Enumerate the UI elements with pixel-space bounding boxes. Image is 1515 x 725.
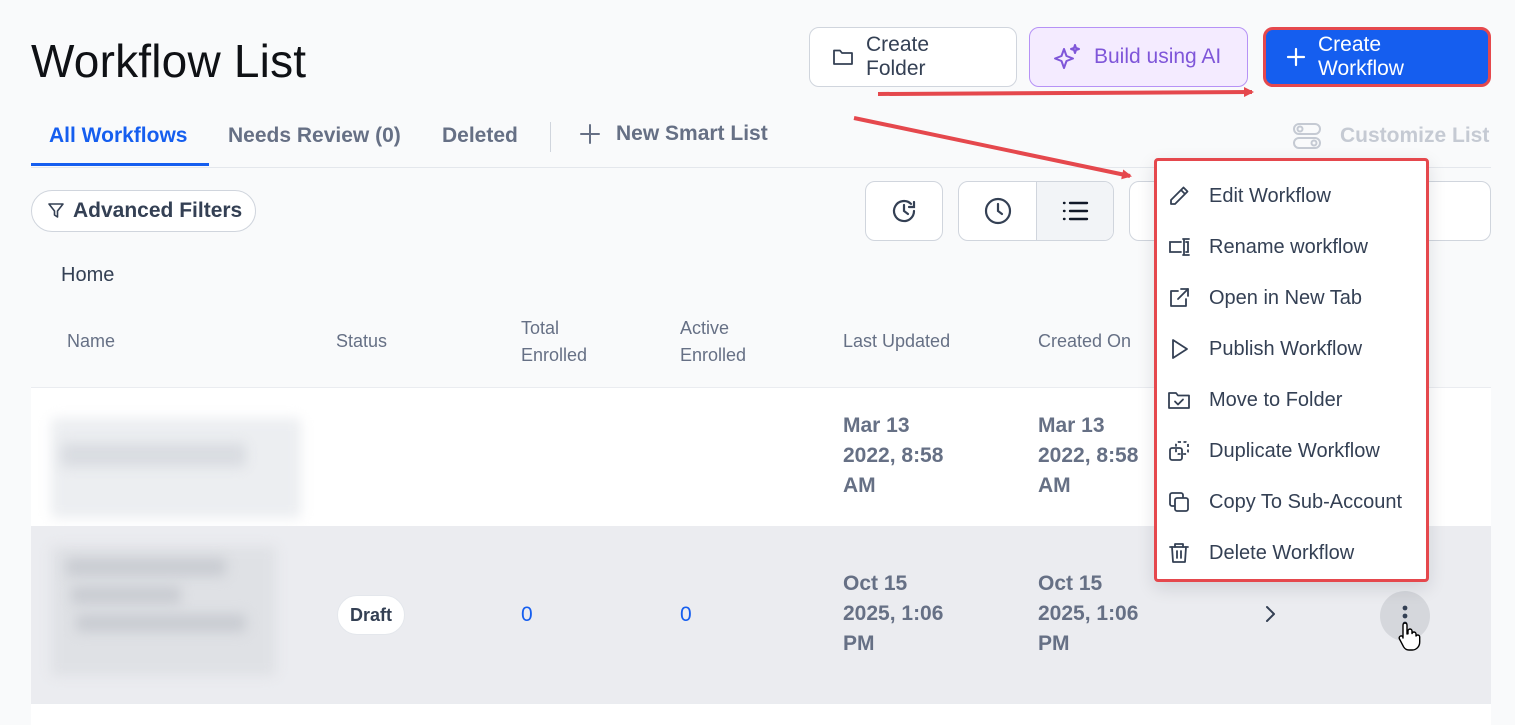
arrow-to-create-workflow [877, 87, 1254, 98]
plus-icon [578, 122, 602, 146]
created-on-cell: Oct 15 2025, 1:06 PM [1038, 572, 1139, 655]
redacted-text [76, 614, 246, 632]
toggles-icon [1292, 122, 1322, 150]
create-folder-label: Create Folder [866, 33, 930, 80]
duplicate-icon [1167, 439, 1191, 463]
tab-deleted[interactable]: Deleted [442, 124, 518, 148]
plus-icon [1286, 47, 1306, 67]
build-using-ai-label: Build using AI [1094, 45, 1222, 68]
column-header-last-updated[interactable]: Last Updated [843, 328, 950, 355]
column-header-active-enrolled[interactable]: Active Enrolled [680, 315, 746, 369]
redacted-text [61, 443, 246, 467]
page-title: Workflow List [31, 35, 307, 87]
active-tab-indicator [31, 163, 209, 166]
list-view-button[interactable] [1036, 182, 1113, 240]
menu-item-rename-workflow[interactable]: Rename workflow [1167, 225, 1422, 269]
workflow-actions-menu: Edit Workflow Rename workflow Open in Ne… [1154, 158, 1429, 582]
column-header-name[interactable]: Name [67, 328, 115, 355]
tab-needs-review[interactable]: Needs Review (0) [228, 124, 401, 148]
create-folder-button[interactable]: Create Folder [809, 27, 1017, 87]
clock-icon [983, 196, 1013, 226]
total-enrolled-link[interactable]: 0 [521, 603, 533, 627]
new-smart-list-button[interactable]: New Smart List [578, 122, 768, 146]
view-toggle-group [958, 181, 1114, 241]
folder-check-icon [1167, 388, 1191, 412]
folder-icon [832, 47, 854, 67]
create-workflow-label: Create Workflow [1318, 33, 1404, 80]
trash-icon [1167, 541, 1191, 565]
advanced-filters-button[interactable]: Advanced Filters [31, 190, 256, 232]
menu-item-open-new-tab[interactable]: Open in New Tab [1167, 276, 1422, 320]
external-link-icon [1167, 286, 1191, 310]
menu-item-duplicate-workflow[interactable]: Duplicate Workflow [1167, 429, 1422, 473]
chevron-right-icon[interactable] [1262, 603, 1278, 625]
menu-item-copy-to-sub-account[interactable]: Copy To Sub-Account [1167, 480, 1422, 524]
new-smart-list-label: New Smart List [616, 122, 768, 145]
redacted-text [66, 558, 226, 576]
tab-all-workflows[interactable]: All Workflows [49, 124, 187, 148]
column-header-status[interactable]: Status [336, 328, 387, 355]
created-on-cell: Mar 13 2022, 8:58 AM [1038, 414, 1139, 497]
column-header-created-on[interactable]: Created On [1038, 328, 1131, 355]
create-workflow-button[interactable]: Create Workflow [1263, 27, 1491, 87]
menu-item-move-to-folder[interactable]: Move to Folder [1167, 378, 1422, 422]
build-using-ai-button[interactable]: Build using AI [1029, 27, 1248, 87]
sparkles-icon [1052, 43, 1082, 71]
list-icon [1061, 200, 1089, 222]
customize-list-button[interactable]: Customize List [1292, 122, 1489, 150]
customize-list-label: Customize List [1340, 124, 1490, 147]
tab-divider [550, 122, 551, 152]
clock-view-button[interactable] [959, 182, 1036, 240]
menu-item-edit-workflow[interactable]: Edit Workflow [1167, 174, 1422, 218]
redacted-text [71, 586, 181, 604]
advanced-filters-label: Advanced Filters [73, 199, 243, 222]
hand-cursor-icon [1396, 620, 1424, 652]
last-updated-cell: Oct 15 2025, 1:06 PM [843, 572, 944, 655]
breadcrumb-home[interactable]: Home [61, 264, 114, 287]
filter-icon [47, 202, 65, 220]
active-enrolled-link[interactable]: 0 [680, 603, 692, 627]
history-icon [889, 196, 919, 226]
history-button[interactable] [865, 181, 943, 241]
redacted-workflow-name [51, 418, 301, 518]
copy-icon [1167, 490, 1191, 514]
play-icon [1167, 337, 1191, 361]
last-updated-cell: Mar 13 2022, 8:58 AM [843, 414, 944, 497]
status-badge: Draft [337, 595, 405, 635]
menu-item-delete-workflow[interactable]: Delete Workflow [1167, 531, 1422, 575]
menu-item-publish-workflow[interactable]: Publish Workflow [1167, 327, 1422, 371]
column-header-total-enrolled[interactable]: Total Enrolled [521, 315, 587, 369]
pencil-icon [1167, 184, 1191, 208]
table-row[interactable] [31, 703, 1491, 725]
rename-icon [1167, 235, 1191, 259]
